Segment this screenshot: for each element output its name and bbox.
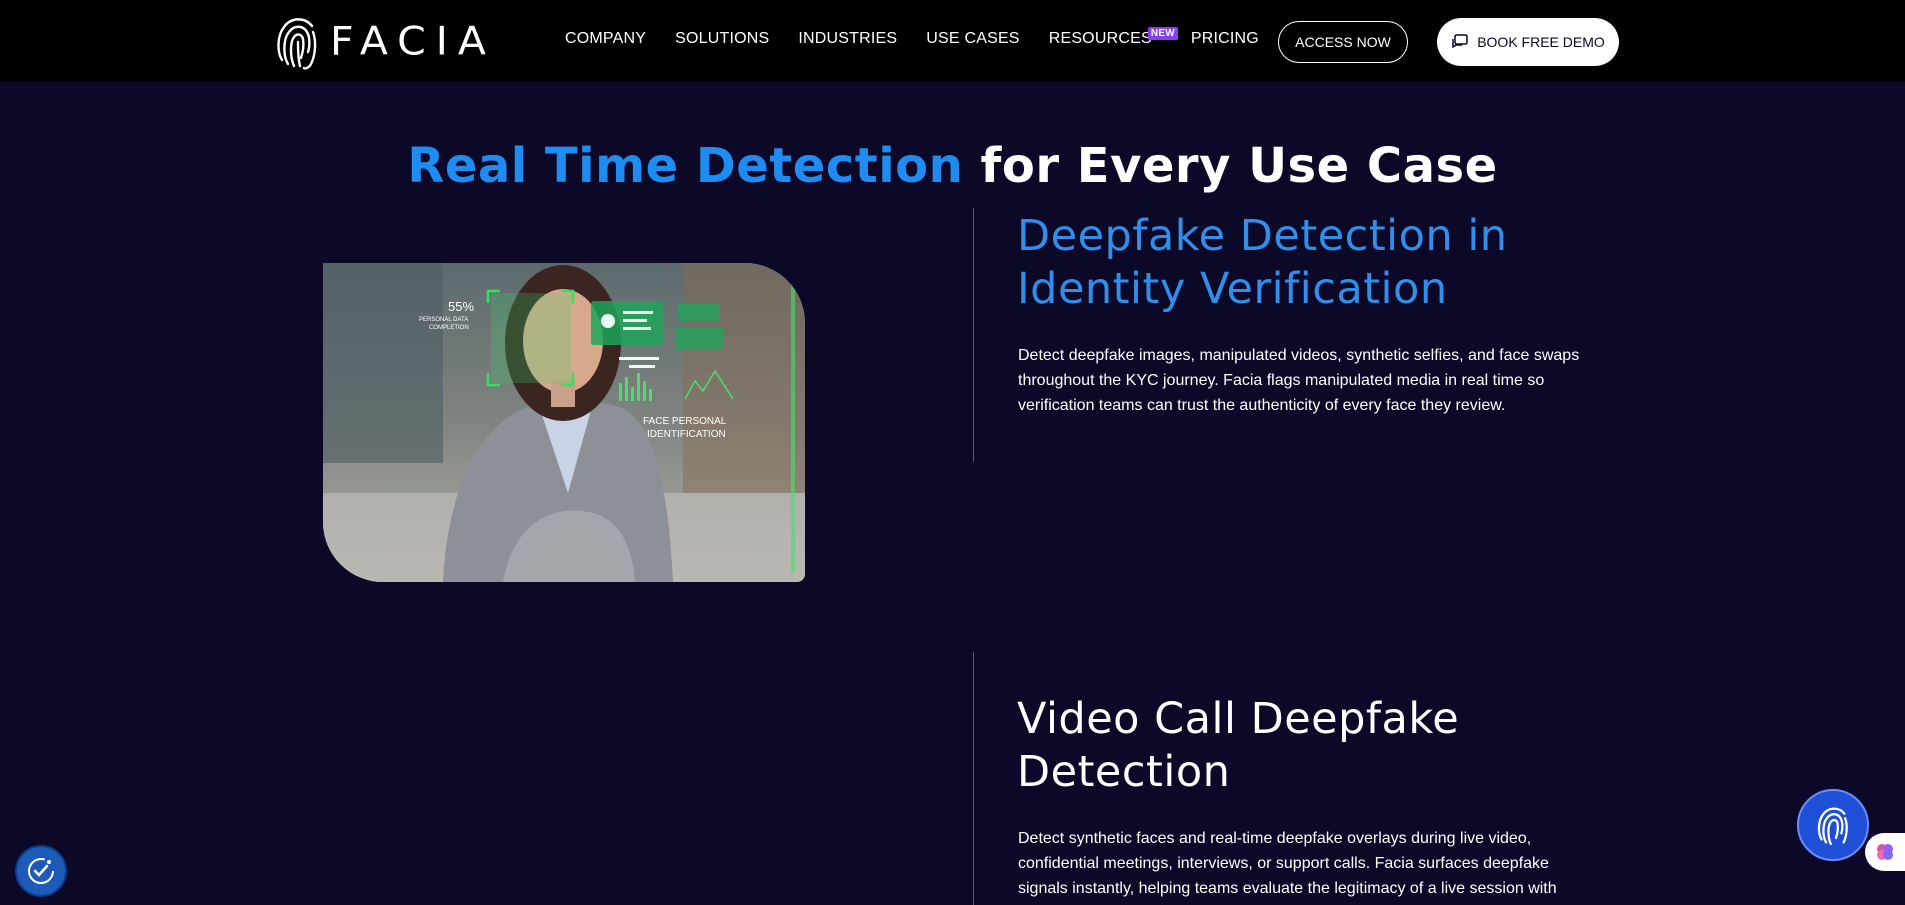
title-rest: for Every Use Case bbox=[980, 138, 1498, 194]
section-text-deepfake-identity: Detect deepfake images, manipulated vide… bbox=[1018, 347, 1580, 414]
fingerprint-icon bbox=[1817, 807, 1848, 846]
menu-item-company[interactable]: COMPANY bbox=[565, 30, 646, 48]
new-badge: NEW bbox=[1147, 27, 1178, 40]
page-title: Real Time Detection for Every Use Case bbox=[0, 138, 1905, 194]
face-caption-2: IDENTIFICATION bbox=[647, 429, 726, 440]
percent-caption-2: COMPLETION bbox=[429, 325, 469, 331]
facia-logo[interactable]: FACIA bbox=[274, 12, 496, 70]
chat-bubbles-icon bbox=[1452, 34, 1468, 49]
fingerprint-logo-icon bbox=[277, 18, 317, 70]
percent-text: 55% bbox=[448, 299, 474, 314]
menu-item-resources-label: RESOURCES bbox=[1048, 30, 1152, 47]
brain-icon bbox=[1877, 844, 1893, 860]
accessibility-button[interactable] bbox=[15, 845, 67, 897]
section-title-deepfake-identity: Deepfake Detection in Identity Verificat… bbox=[1017, 211, 1508, 314]
chat-widget-button[interactable] bbox=[1797, 789, 1869, 861]
section-text-video-call: Detect synthetic faces and real-time dee… bbox=[1018, 830, 1557, 897]
main-menu: COMPANY SOLUTIONS INDUSTRIES USE CASES R… bbox=[565, 27, 1288, 48]
side-widget-tab[interactable] bbox=[1865, 833, 1905, 871]
menu-item-resources[interactable]: RESOURCES NEW bbox=[1048, 27, 1178, 48]
percent-caption-1: PERSONAL DATA bbox=[419, 317, 468, 323]
accessibility-icon bbox=[28, 858, 54, 884]
face-caption-1: FACE PERSONAL bbox=[643, 416, 727, 427]
section-title-video-call: Video Call Deepfake Detection bbox=[1017, 694, 1460, 797]
menu-item-solutions[interactable]: SOLUTIONS bbox=[675, 30, 769, 48]
logo-text: FACIA bbox=[330, 18, 496, 64]
section-divider bbox=[973, 208, 974, 462]
menu-item-pricing[interactable]: PRICING bbox=[1191, 30, 1259, 48]
identity-verification-photo: 55% PERSONAL DATA COMPLETION FACE PERSON… bbox=[323, 263, 805, 582]
menu-item-industries[interactable]: INDUSTRIES bbox=[798, 30, 897, 48]
access-now-button[interactable]: ACCESS NOW bbox=[1278, 21, 1408, 63]
top-navbar: FACIA COMPANY SOLUTIONS INDUSTRIES USE C… bbox=[0, 0, 1905, 82]
title-highlight: Real Time Detection bbox=[407, 138, 964, 194]
woman-face-scan-illustration: 55% PERSONAL DATA COMPLETION FACE PERSON… bbox=[323, 263, 805, 582]
section-divider bbox=[973, 652, 974, 905]
book-free-demo-label: BOOK FREE DEMO bbox=[1477, 34, 1605, 50]
menu-item-use-cases[interactable]: USE CASES bbox=[926, 30, 1019, 48]
access-now-label: ACCESS NOW bbox=[1295, 34, 1391, 50]
book-free-demo-button[interactable]: BOOK FREE DEMO bbox=[1437, 18, 1619, 66]
